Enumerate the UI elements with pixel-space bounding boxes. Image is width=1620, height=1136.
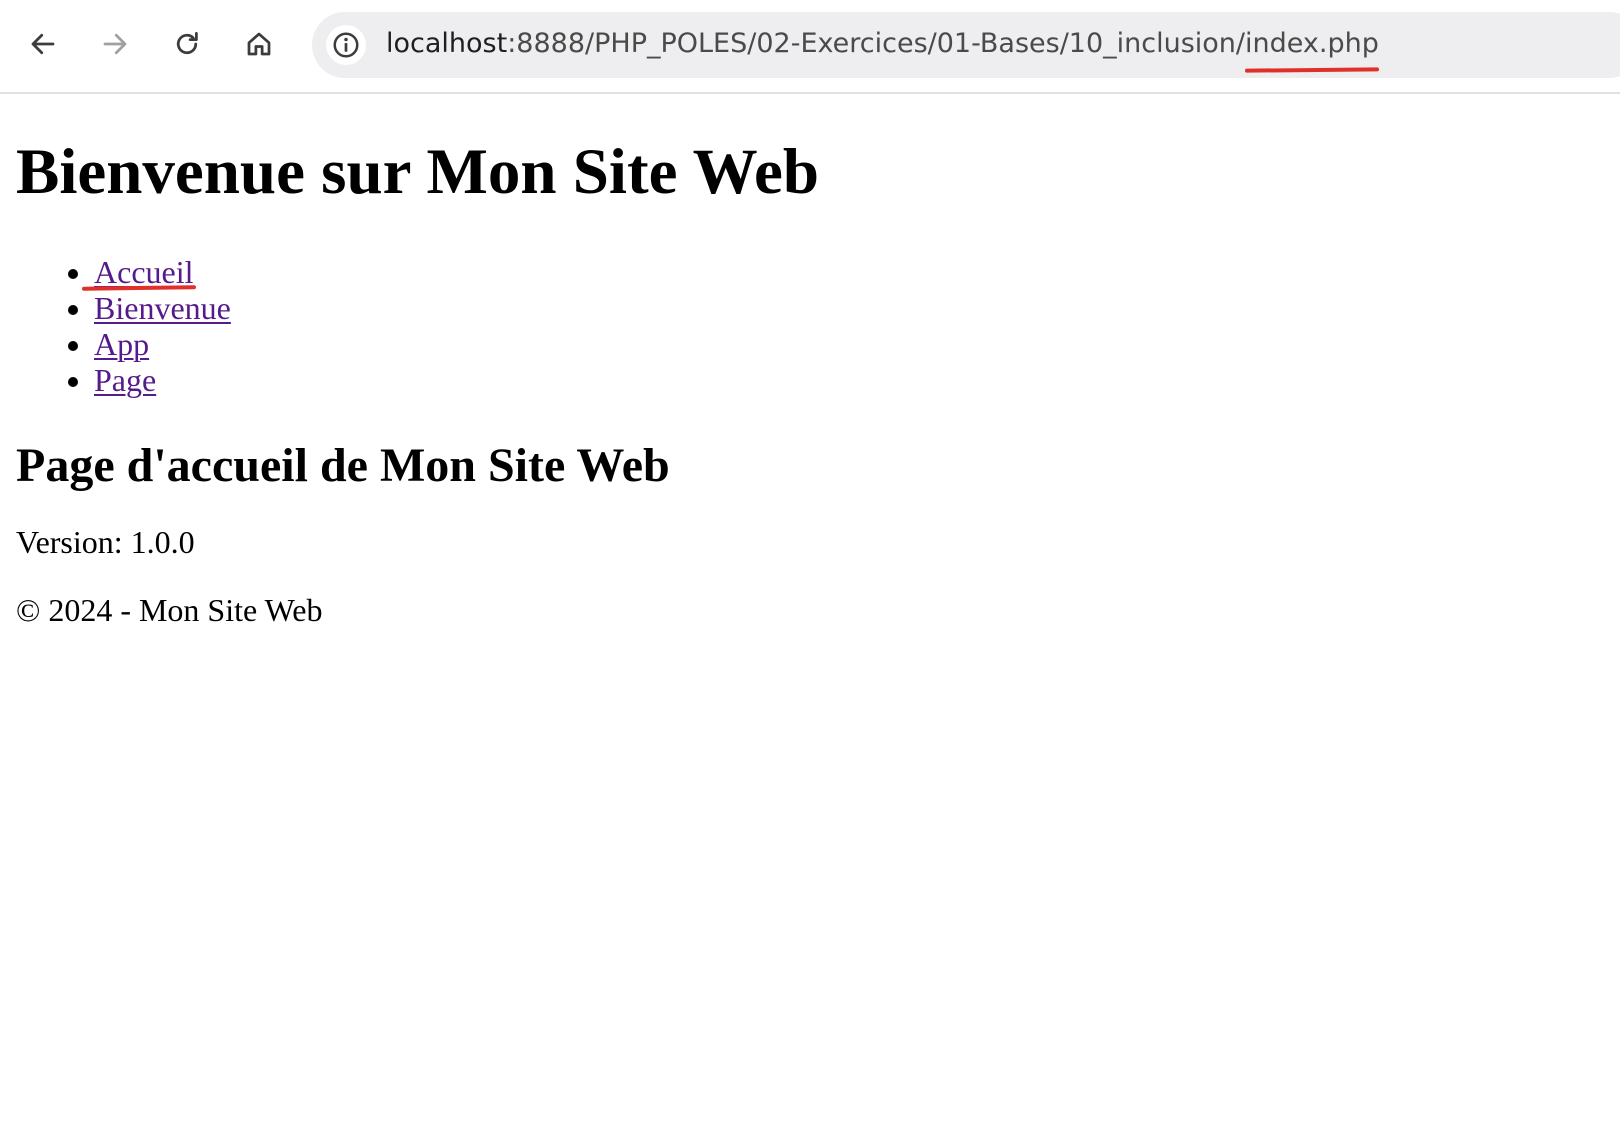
address-bar[interactable]: localhost:8888/PHP_POLES/02-Exercices/01…	[312, 12, 1620, 78]
url-path: :8888/PHP_POLES/02-Exercices/01-Bases/10…	[507, 28, 1246, 59]
nav-link-page[interactable]: Page	[94, 362, 156, 398]
nav-item-bienvenue: Bienvenue	[94, 290, 1604, 326]
nav-link-wrapper: Accueil	[81, 254, 197, 291]
site-info-icon[interactable]	[326, 25, 366, 65]
nav-item-accueil: Accueil	[81, 254, 1604, 291]
copyright-text: © 2024 - Mon Site Web	[16, 592, 323, 628]
browser-toolbar: localhost:8888/PHP_POLES/02-Exercices/01…	[0, 0, 1620, 94]
reload-icon	[176, 32, 198, 55]
forward-button[interactable]	[93, 22, 137, 66]
nav-link-app[interactable]: App	[94, 326, 149, 362]
version-text: Version: 1.0.0	[16, 524, 195, 560]
reload-button[interactable]	[165, 22, 209, 66]
page-title: Bienvenue sur Mon Site Web	[16, 136, 819, 208]
nav-list: Accueil Bienvenue App Page	[16, 254, 1604, 398]
home-button[interactable]	[237, 22, 281, 66]
home-icon	[247, 32, 271, 56]
page-content: Bienvenue sur Mon Site Web Accueil Bienv…	[0, 136, 1620, 628]
forward-icon	[103, 33, 127, 55]
nav-link-bienvenue[interactable]: Bienvenue	[94, 290, 231, 326]
nav-item-app: App	[94, 326, 1604, 362]
back-button[interactable]	[21, 22, 65, 66]
nav-item-page: Page	[94, 362, 1604, 398]
url-host: localhost	[386, 28, 508, 59]
url-text[interactable]: localhost:8888/PHP_POLES/02-Exercices/01…	[386, 26, 1379, 62]
back-icon	[31, 33, 55, 55]
page-subtitle: Page d'accueil de Mon Site Web	[16, 439, 670, 492]
url-file: index.php	[1245, 28, 1379, 59]
